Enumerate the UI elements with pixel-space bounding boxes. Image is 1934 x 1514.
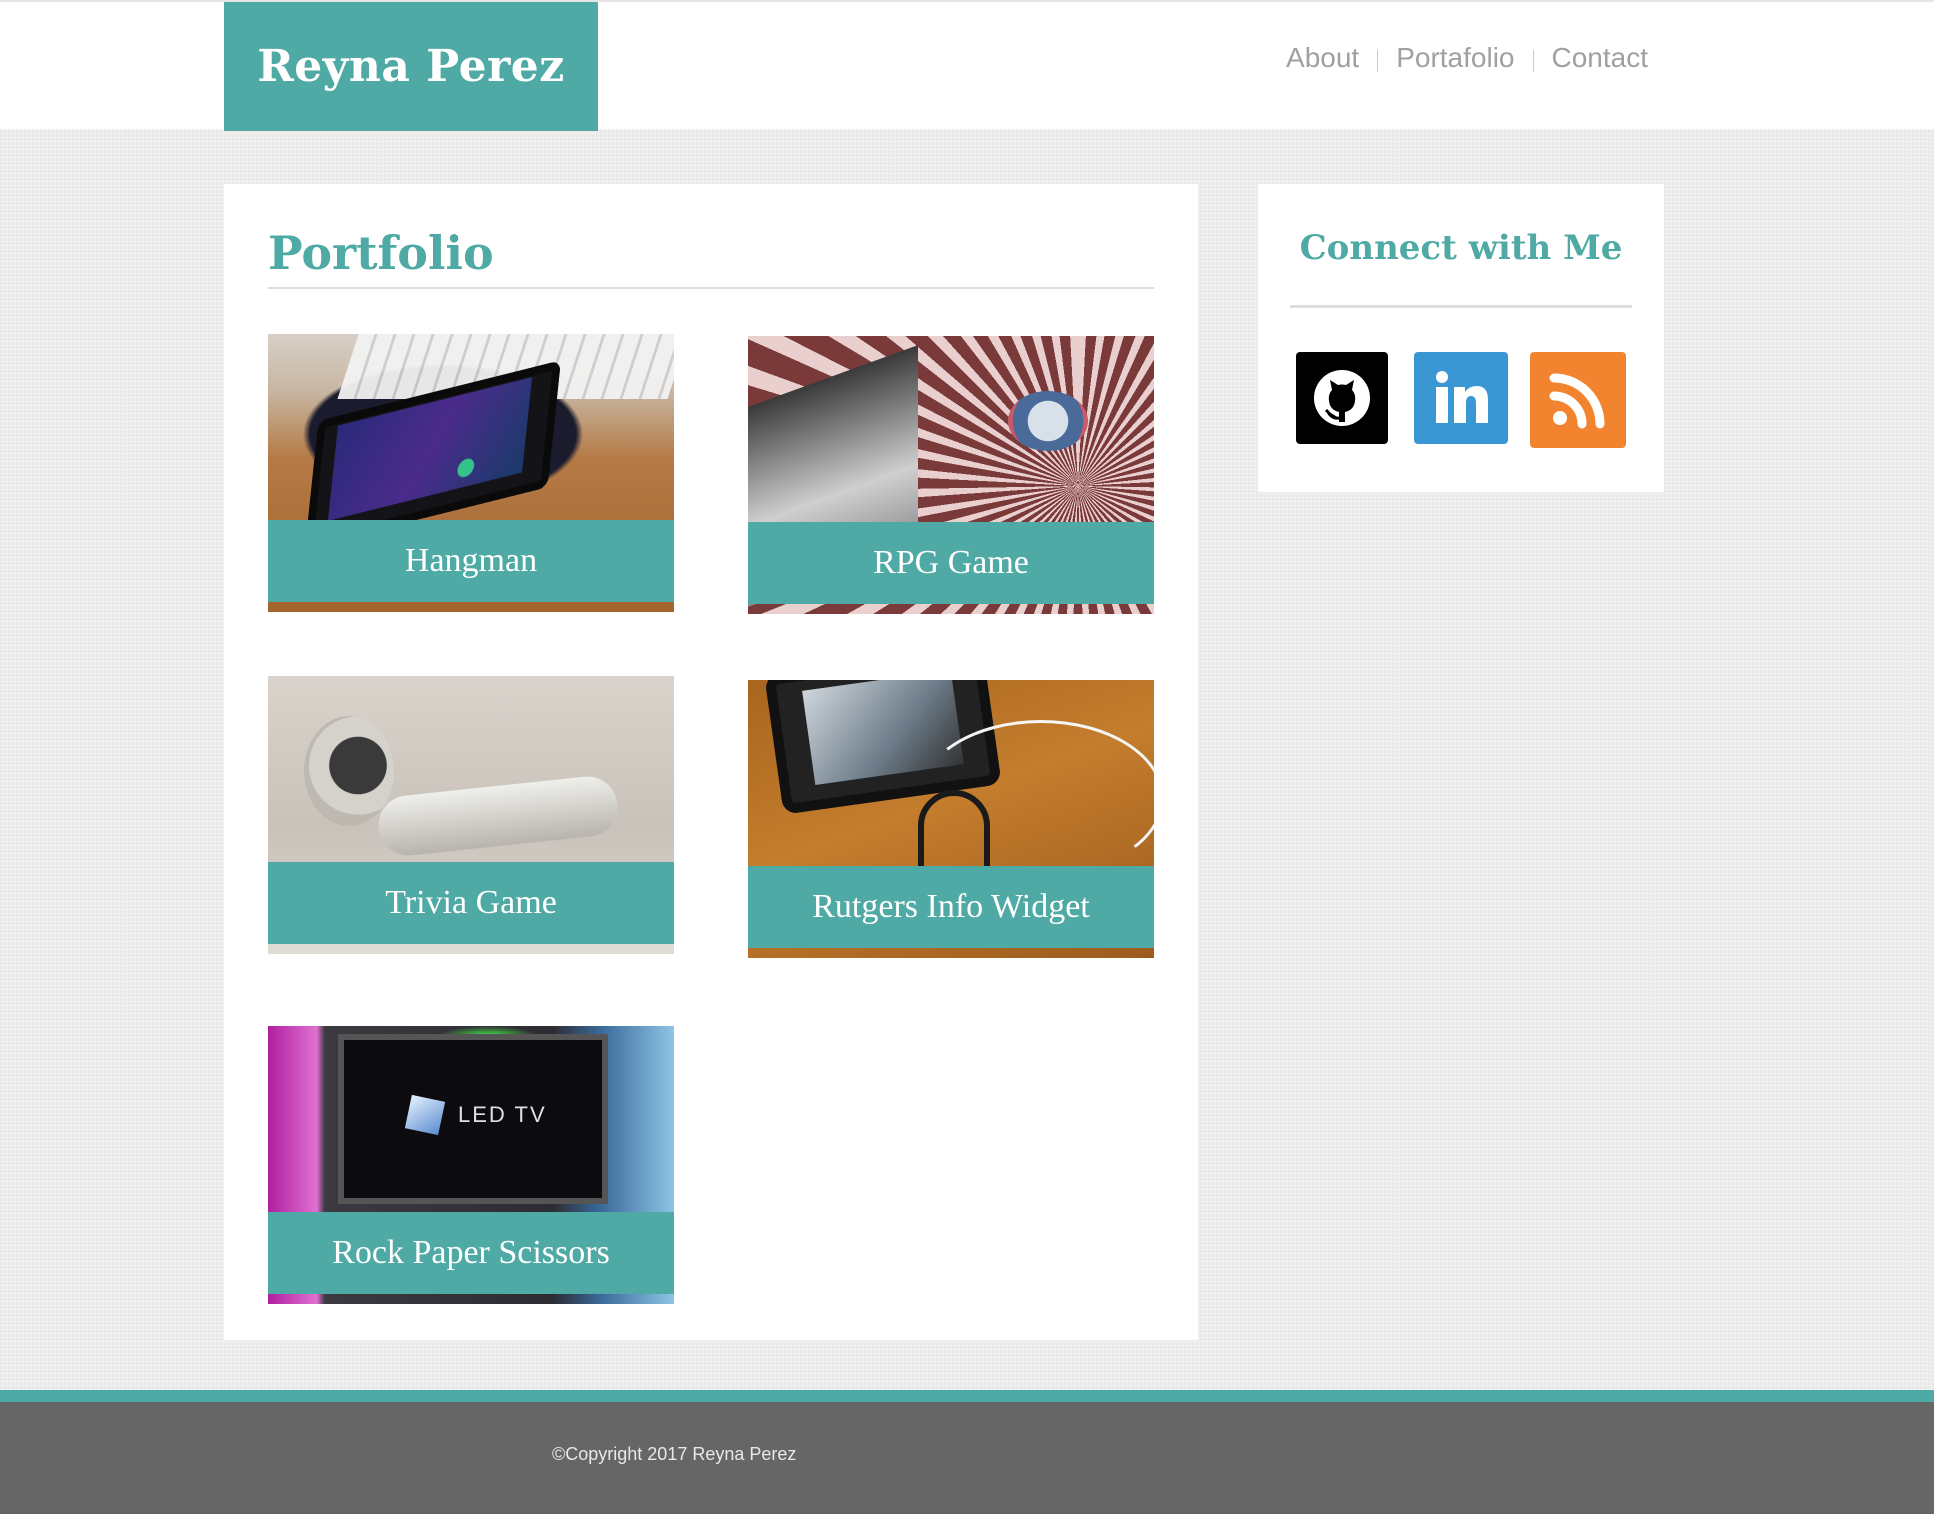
nav-link-portafolio[interactable]: Portafolio: [1396, 42, 1514, 74]
rss-icon: [1549, 373, 1605, 429]
nav-link-about[interactable]: About: [1286, 42, 1359, 74]
linkedin-link[interactable]: [1414, 352, 1508, 444]
project-card-hangman[interactable]: Hangman: [268, 334, 674, 612]
project-caption: Rutgers Info Widget: [748, 866, 1154, 948]
connect-title: Connect with Me: [1299, 228, 1623, 268]
site-brand[interactable]: Reyna Perez: [224, 2, 598, 131]
project-caption: RPG Game: [748, 522, 1154, 604]
portfolio-panel: Portfolio Hangman RPG Game Trivia Game R…: [224, 184, 1198, 1340]
project-caption: Hangman: [268, 520, 674, 602]
site-footer: ©Copyright 2017 Reyna Perez: [0, 1402, 1934, 1514]
connect-divider: [1290, 305, 1632, 308]
site-header: Reyna Perez About Portafolio Contact: [0, 0, 1934, 131]
nav-divider: [1532, 50, 1534, 72]
project-caption: Rock Paper Scissors: [268, 1212, 674, 1294]
project-card-rutgers-info-widget[interactable]: Rutgers Info Widget: [748, 680, 1154, 958]
footer-accent-stripe: [0, 1390, 1934, 1402]
project-card-rpg-game[interactable]: RPG Game: [748, 336, 1154, 614]
rss-link[interactable]: [1530, 352, 1626, 448]
photo-led-tv-text: LED TV: [458, 1102, 547, 1127]
portfolio-title: Portfolio: [268, 226, 494, 280]
github-icon: [1314, 370, 1370, 426]
connect-panel: Connect with Me: [1258, 184, 1664, 492]
copyright-text: ©Copyright 2017 Reyna Perez: [552, 1444, 797, 1464]
github-link[interactable]: [1296, 352, 1388, 444]
nav-link-contact[interactable]: Contact: [1552, 42, 1649, 74]
project-caption: Trivia Game: [268, 862, 674, 944]
project-card-rock-paper-scissors[interactable]: LED TV Rock Paper Scissors: [268, 1026, 674, 1304]
main-nav: About Portafolio Contact: [1286, 42, 1648, 74]
linkedin-icon: [1436, 371, 1488, 423]
project-card-trivia-game[interactable]: Trivia Game: [268, 676, 674, 954]
title-divider: [268, 287, 1154, 289]
nav-divider: [1377, 50, 1379, 72]
